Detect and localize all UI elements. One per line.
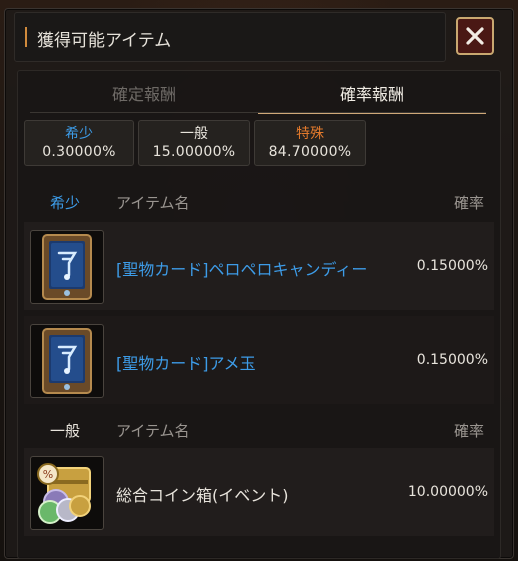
- summary-normal-value: 15.00000%: [152, 144, 236, 160]
- item-rate: 0.15000%: [416, 258, 488, 274]
- column-rate: 確率: [453, 422, 484, 440]
- item-slot[interactable]: [30, 324, 104, 398]
- item-name: [聖物カード]アメ玉: [116, 354, 256, 373]
- column-item-name: アイテム名: [116, 422, 190, 440]
- panel-titlebar: 獲得可能アイテム: [14, 12, 446, 62]
- column-item-name: アイテム名: [116, 194, 190, 212]
- section-header-normal: 一般 アイテム名 確率: [30, 420, 488, 446]
- item-rate: 0.15000%: [416, 352, 488, 368]
- tab-confirmed-reward[interactable]: 確定報酬: [30, 74, 258, 112]
- close-icon: [466, 27, 484, 45]
- item-name: 総合コイン箱(イベント): [116, 486, 289, 505]
- list-item[interactable]: % 総合コイン箱(イベント) 10.00000%: [24, 448, 494, 536]
- item-name: [聖物カード]ペロペロキャンディー: [116, 260, 368, 279]
- item-rate: 10.00000%: [407, 484, 488, 500]
- summary-normal: 一般 15.00000%: [138, 120, 250, 166]
- summary-rare-value: 0.30000%: [42, 144, 116, 160]
- tab-probability-reward[interactable]: 確率報酬: [258, 74, 486, 114]
- summary-rare-label: 希少: [65, 126, 93, 142]
- summary-special-label: 特殊: [296, 126, 324, 142]
- summary-rare: 希少 0.30000%: [24, 120, 134, 166]
- relic-card-icon: [42, 234, 92, 300]
- tab-divider: [30, 112, 486, 113]
- section-category: 一般: [50, 422, 81, 440]
- summary-special: 特殊 84.70000%: [254, 120, 366, 166]
- section-header-rare: 希少 アイテム名 確率: [30, 192, 488, 218]
- list-item[interactable]: [聖物カード]アメ玉 0.15000%: [24, 316, 494, 404]
- list-item[interactable]: [聖物カード]ペロペロキャンディー 0.15000%: [24, 222, 494, 310]
- svg-text:%: %: [43, 468, 53, 481]
- item-slot[interactable]: %: [30, 456, 104, 530]
- reward-tabs: 確定報酬 確率報酬: [30, 74, 486, 114]
- relic-card-icon: [42, 328, 92, 394]
- section-category: 希少: [50, 194, 81, 212]
- item-slot[interactable]: [30, 230, 104, 304]
- summary-normal-label: 一般: [180, 126, 208, 142]
- title-accent-bar: [25, 27, 27, 47]
- close-button[interactable]: [456, 17, 494, 55]
- panel-title: 獲得可能アイテム: [37, 31, 172, 51]
- coin-box-icon: %: [37, 463, 91, 524]
- summary-special-value: 84.70000%: [268, 144, 352, 160]
- column-rate: 確率: [453, 194, 484, 212]
